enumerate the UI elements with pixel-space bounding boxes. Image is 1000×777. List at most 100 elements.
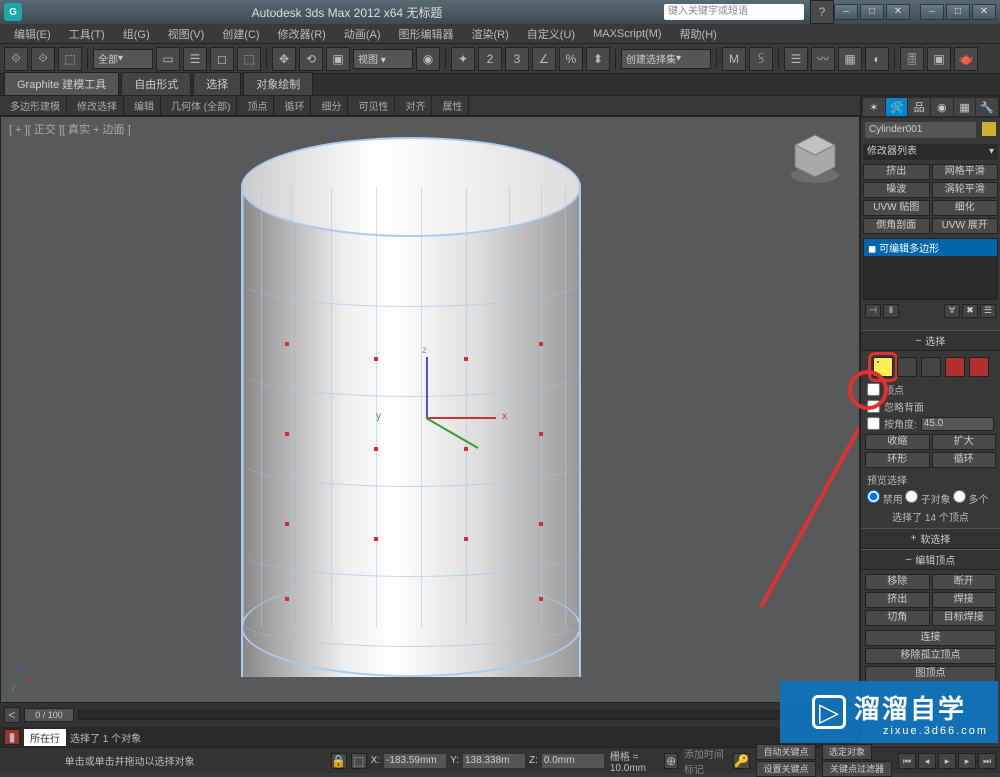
modify-tab-icon[interactable]: 🛠 [886, 98, 908, 116]
lock-icon[interactable]: 🔒 [331, 753, 347, 769]
subtab-poly[interactable]: 多边形建模 [4, 96, 67, 115]
rollout-edit-vertex[interactable]: –编辑顶点 [861, 549, 1000, 570]
key-icon[interactable]: 🔑 [733, 753, 750, 769]
btn-extrude[interactable]: 挤出 [863, 164, 930, 180]
y-field[interactable]: 138.338m [463, 754, 525, 768]
menu-custom[interactable]: 自定义(U) [519, 24, 583, 44]
angle-snap-icon[interactable]: ∠ [532, 47, 556, 71]
now-button[interactable]: 所在行 [24, 729, 66, 746]
menu-maxscript[interactable]: MAXScript(M) [585, 26, 669, 42]
menu-view[interactable]: 视图(V) [160, 24, 213, 44]
x-field[interactable]: -183.59mm [384, 754, 446, 768]
mirror-icon[interactable]: M [722, 47, 746, 71]
menu-animation[interactable]: 动画(A) [336, 24, 389, 44]
render-setup-icon[interactable]: 🎚 [900, 47, 924, 71]
btn-remove[interactable]: 移除 [865, 574, 930, 590]
btn-connect[interactable]: 连接 [865, 630, 996, 646]
display-tab-icon[interactable]: ▦ [954, 98, 976, 116]
menu-create[interactable]: 创建(C) [214, 24, 267, 44]
help-search-input[interactable]: 键入关键字或短语 [664, 4, 804, 20]
rotate-icon[interactable]: ⟲ [299, 47, 323, 71]
layers-icon[interactable]: ☰ [784, 47, 808, 71]
goto-end-icon[interactable]: ⏭ [978, 753, 996, 769]
angle-field[interactable]: 45.0 [921, 417, 994, 431]
snap3-icon[interactable]: 3 [505, 47, 529, 71]
viewport[interactable]: [ + ][ 正交 ][ 真实 + 边面 ] [0, 116, 860, 703]
abs-rel-icon[interactable]: ⬚ [351, 753, 367, 769]
radio-subobj[interactable] [905, 490, 918, 503]
hierarchy-tab-icon[interactable]: 品 [908, 98, 930, 116]
motion-tab-icon[interactable]: ◉ [931, 98, 953, 116]
menu-tools[interactable]: 工具(T) [61, 24, 113, 44]
btn-extrude2[interactable]: 挤出 [865, 592, 930, 608]
link-icon[interactable]: ⟐ [4, 47, 28, 71]
btn-shrink[interactable]: 收缩 [865, 434, 930, 450]
checkbox-ignore-back[interactable] [867, 400, 880, 413]
scale-icon[interactable]: ▣ [326, 47, 350, 71]
btn-target-weld[interactable]: 目标焊接 [932, 610, 997, 626]
rollout-selection[interactable]: –选择 [861, 330, 1000, 351]
curve-editor-icon[interactable]: 〰 [811, 47, 835, 71]
prev-frame-icon[interactable]: ◂ [918, 753, 936, 769]
object-color-swatch[interactable] [982, 122, 996, 136]
btn-uvwmap[interactable]: UVW 贴图 [863, 200, 930, 216]
close-button[interactable]: ✕ [886, 4, 910, 20]
btn-remove-iso[interactable]: 移除孤立顶点 [865, 648, 996, 664]
snap2-icon[interactable]: 2 [478, 47, 502, 71]
modifier-stack[interactable]: ◼ 可编辑多边形 [863, 238, 998, 300]
menu-render[interactable]: 渲染(R) [464, 24, 517, 44]
minimize-button-2[interactable]: – [920, 4, 944, 20]
radio-disable[interactable] [867, 490, 880, 503]
subtab-geom[interactable]: 几何体 (全部) [165, 96, 237, 115]
subtab-props[interactable]: 属性 [436, 96, 469, 115]
subtab-vis[interactable]: 可见性 [352, 96, 395, 115]
subtab-subdiv[interactable]: 细分 [315, 96, 348, 115]
make-unique-icon[interactable]: ∀ [944, 304, 960, 318]
time-track[interactable] [78, 710, 836, 720]
next-frame-icon[interactable]: ▸ [958, 753, 976, 769]
named-selset-combo[interactable]: 创建选择集 ▾ [621, 49, 711, 69]
checkbox-by-vertex[interactable] [867, 383, 880, 396]
menu-group[interactable]: 组(G) [115, 24, 158, 44]
pct-snap-icon[interactable]: % [559, 47, 583, 71]
utilities-tab-icon[interactable]: 🔧 [976, 98, 998, 116]
ribbon-tab-paint[interactable]: 对象绘制 [243, 72, 313, 95]
select-name-icon[interactable]: ☰ [183, 47, 207, 71]
move-icon[interactable]: ✥ [272, 47, 296, 71]
configure-icon[interactable]: ☰ [980, 304, 996, 318]
element-subobj-icon[interactable] [969, 357, 989, 377]
add-time-tag-icon[interactable]: ⊕ [664, 753, 678, 769]
align-icon[interactable]: ⫓ [749, 47, 773, 71]
remove-mod-icon[interactable]: ✖ [962, 304, 978, 318]
schematic-icon[interactable]: ▦ [838, 47, 862, 71]
time-slider[interactable]: < 0 / 100 > [0, 703, 860, 727]
pin-icon[interactable]: ⊣ [865, 304, 881, 318]
maximize-button[interactable]: □ [860, 4, 884, 20]
render-frame-icon[interactable]: ▣ [927, 47, 951, 71]
select-rect-icon[interactable]: ◻ [210, 47, 234, 71]
edge-subobj-icon[interactable] [897, 357, 917, 377]
stack-item-editable-poly[interactable]: ◼ 可编辑多边形 [864, 239, 997, 256]
btn-break[interactable]: 断开 [932, 574, 997, 590]
btn-remove-map[interactable]: 图顶点 [865, 666, 996, 682]
btn-noise[interactable]: 噪波 [863, 182, 930, 198]
time-knob[interactable]: 0 / 100 [24, 708, 74, 722]
bind-icon[interactable]: ⬚ [58, 47, 82, 71]
radio-multi[interactable] [953, 490, 966, 503]
keyfilter-button[interactable]: 关键点过滤器 [822, 761, 892, 777]
close-button-2[interactable]: ✕ [972, 4, 996, 20]
window-cross-icon[interactable]: ⬚ [237, 47, 261, 71]
menu-help[interactable]: 帮助(H) [672, 24, 725, 44]
spinner-snap-icon[interactable]: ⬍ [586, 47, 610, 71]
filters-icon[interactable]: ▮ [4, 729, 20, 745]
show-end-icon[interactable]: Ⅱ [883, 304, 899, 318]
menu-modifier[interactable]: 修改器(R) [270, 24, 334, 44]
create-tab-icon[interactable]: ✶ [863, 98, 885, 116]
z-field[interactable]: 0.0mm [542, 754, 604, 768]
cylinder-object[interactable] [241, 137, 581, 677]
menu-graph[interactable]: 图形编辑器 [391, 24, 462, 44]
ribbon-tab-graphite[interactable]: Graphite 建模工具 [4, 72, 119, 95]
add-time-label[interactable]: 添加时间标记 [684, 746, 727, 776]
btn-chamfer[interactable]: 切角 [865, 610, 930, 626]
ribbon-tab-freeform[interactable]: 自由形式 [121, 72, 191, 95]
